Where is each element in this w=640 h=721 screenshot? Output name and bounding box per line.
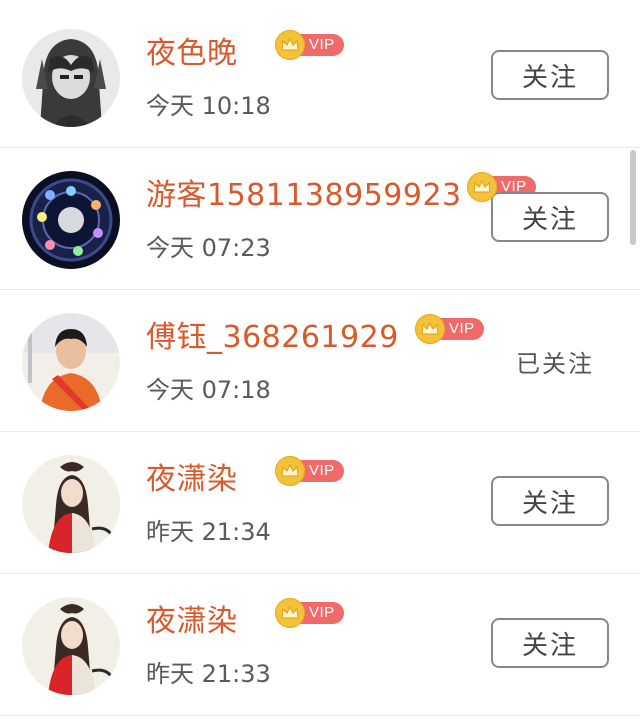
vip-badge: VIP: [415, 314, 484, 344]
follow-button[interactable]: 关注: [491, 50, 609, 100]
user-name[interactable]: 夜潇染: [146, 602, 238, 642]
vip-badge: VIP: [275, 456, 344, 486]
follow-button[interactable]: 关注: [491, 192, 609, 242]
visit-time: 今天 07:18: [146, 376, 271, 404]
avatar[interactable]: [22, 597, 120, 695]
crown-icon: [275, 30, 305, 60]
avatar-image: [22, 455, 120, 553]
list-item[interactable]: 夜潇染 VIP 昨天 21:33 关注: [0, 574, 640, 716]
user-name[interactable]: 夜潇染: [146, 460, 238, 500]
user-name[interactable]: 游客1581138959923: [146, 176, 462, 216]
user-list: 夜色晚 VIP 今天 10:18 关注 游客1581138959923 VIP …: [0, 0, 640, 721]
list-item[interactable]: 夜潇染 VIP 昨天 21:34 关注: [0, 432, 640, 574]
visit-time: 今天 10:18: [146, 92, 271, 120]
avatar[interactable]: [22, 455, 120, 553]
list-item[interactable]: 游客1581138959923 VIP 今天 07:23 关注: [0, 148, 640, 290]
avatar-image: [22, 597, 120, 695]
crown-icon: [275, 598, 305, 628]
crown-icon: [415, 314, 445, 344]
avatar[interactable]: [22, 171, 120, 269]
vip-badge: VIP: [275, 30, 344, 60]
user-name[interactable]: 傅钰_368261929: [146, 318, 399, 358]
follow-button[interactable]: 关注: [491, 618, 609, 668]
visit-time: 昨天 21:34: [146, 518, 271, 546]
vip-badge: VIP: [275, 598, 344, 628]
avatar-image: [22, 313, 120, 411]
list-item[interactable]: 夜色晚 VIP 今天 10:18 关注: [0, 6, 640, 148]
avatar-image: [22, 171, 120, 269]
user-name[interactable]: 夜色晚: [146, 34, 238, 74]
crown-icon: [467, 172, 497, 202]
visit-time: 昨天 21:33: [146, 660, 271, 688]
avatar[interactable]: [22, 313, 120, 411]
followed-status[interactable]: 已关注: [516, 344, 594, 379]
avatar[interactable]: [22, 29, 120, 127]
avatar-image: [22, 29, 120, 127]
scrollbar[interactable]: [630, 150, 636, 245]
crown-icon: [275, 456, 305, 486]
follow-button[interactable]: 关注: [491, 476, 609, 526]
visit-time: 今天 07:23: [146, 234, 271, 262]
